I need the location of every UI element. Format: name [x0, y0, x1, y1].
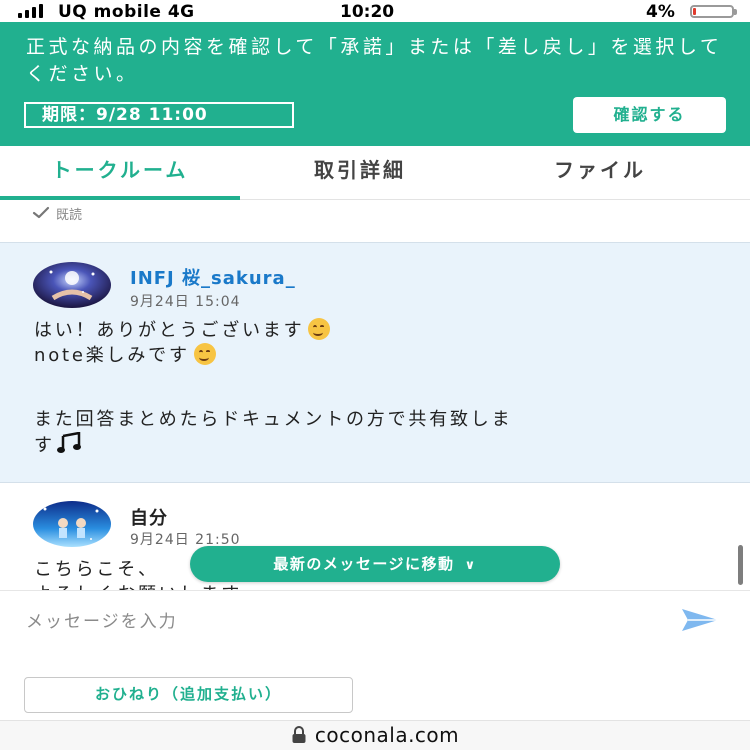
message-line: す — [34, 435, 55, 456]
send-icon[interactable] — [680, 607, 720, 633]
sender-name[interactable]: INFJ 桜_sakura_ — [130, 264, 296, 290]
message-line: よろしくお願いします — [34, 582, 724, 590]
tab-talkroom[interactable]: トークルーム — [0, 146, 240, 200]
music-note-icon — [56, 431, 81, 453]
clock: 10:20 — [340, 2, 395, 22]
status-bar: UQ mobile 4G 10:20 4% — [0, 0, 750, 22]
battery-icon — [690, 5, 734, 18]
chevron-down-icon: ∨ — [464, 558, 477, 573]
tab-files[interactable]: ファイル — [480, 146, 720, 200]
tab-bar: トークルーム 取引詳細 ファイル — [0, 146, 750, 200]
smiling-emoji-icon — [193, 343, 216, 365]
composer: おひねり（追加支払い） — [0, 590, 750, 720]
avatar[interactable] — [33, 262, 111, 308]
smiling-emoji-icon — [308, 318, 331, 340]
jump-to-latest-button[interactable]: 最新のメッセージに移動 ∨ — [190, 546, 560, 582]
message-item: INFJ 桜_sakura_ 9月24日 15:04 はい！ありがとうございます… — [0, 242, 750, 483]
url-text: coconala.com — [314, 723, 460, 747]
message-input[interactable] — [26, 607, 646, 637]
signal-icon — [18, 4, 43, 18]
lock-icon — [292, 726, 306, 743]
banner-message: 正式な納品の内容を確認して「承諾」または「差し戻し」を選択してください。 — [26, 36, 723, 85]
tab-transaction-details[interactable]: 取引詳細 — [240, 146, 480, 200]
carrier-label: UQ mobile 4G — [58, 2, 195, 22]
avatar[interactable] — [33, 501, 111, 547]
message-line: また回答まとめたらドキュメントの方で共有致しま — [34, 409, 513, 430]
message-line: note楽しみです — [34, 345, 190, 366]
tip-button[interactable]: おひねり（追加支払い） — [24, 677, 353, 713]
scrollbar[interactable] — [738, 545, 743, 585]
message-body: はい！ありがとうございます note楽しみです また回答まとめたらドキュメントの… — [34, 318, 724, 457]
battery-percent: 4% — [646, 2, 675, 22]
deadline-badge: 期限：9/28 11:00 — [24, 102, 294, 128]
battery-tip — [734, 9, 737, 15]
jump-button-label: 最新のメッセージに移動 — [273, 555, 455, 573]
url-bar[interactable]: coconala.com — [0, 720, 750, 750]
confirm-button[interactable]: 確認する — [573, 97, 726, 133]
message-time: 9月24日 15:04 — [130, 294, 241, 310]
sender-name[interactable]: 自分 — [130, 504, 168, 530]
checkmark-icon — [32, 206, 50, 219]
read-label: 既読 — [56, 207, 83, 223]
delivery-banner: 正式な納品の内容を確認して「承諾」または「差し戻し」を選択してください。 期限：… — [0, 22, 750, 146]
read-receipt: 既読 — [32, 202, 82, 224]
message-line: はい！ありがとうございます — [34, 320, 305, 341]
